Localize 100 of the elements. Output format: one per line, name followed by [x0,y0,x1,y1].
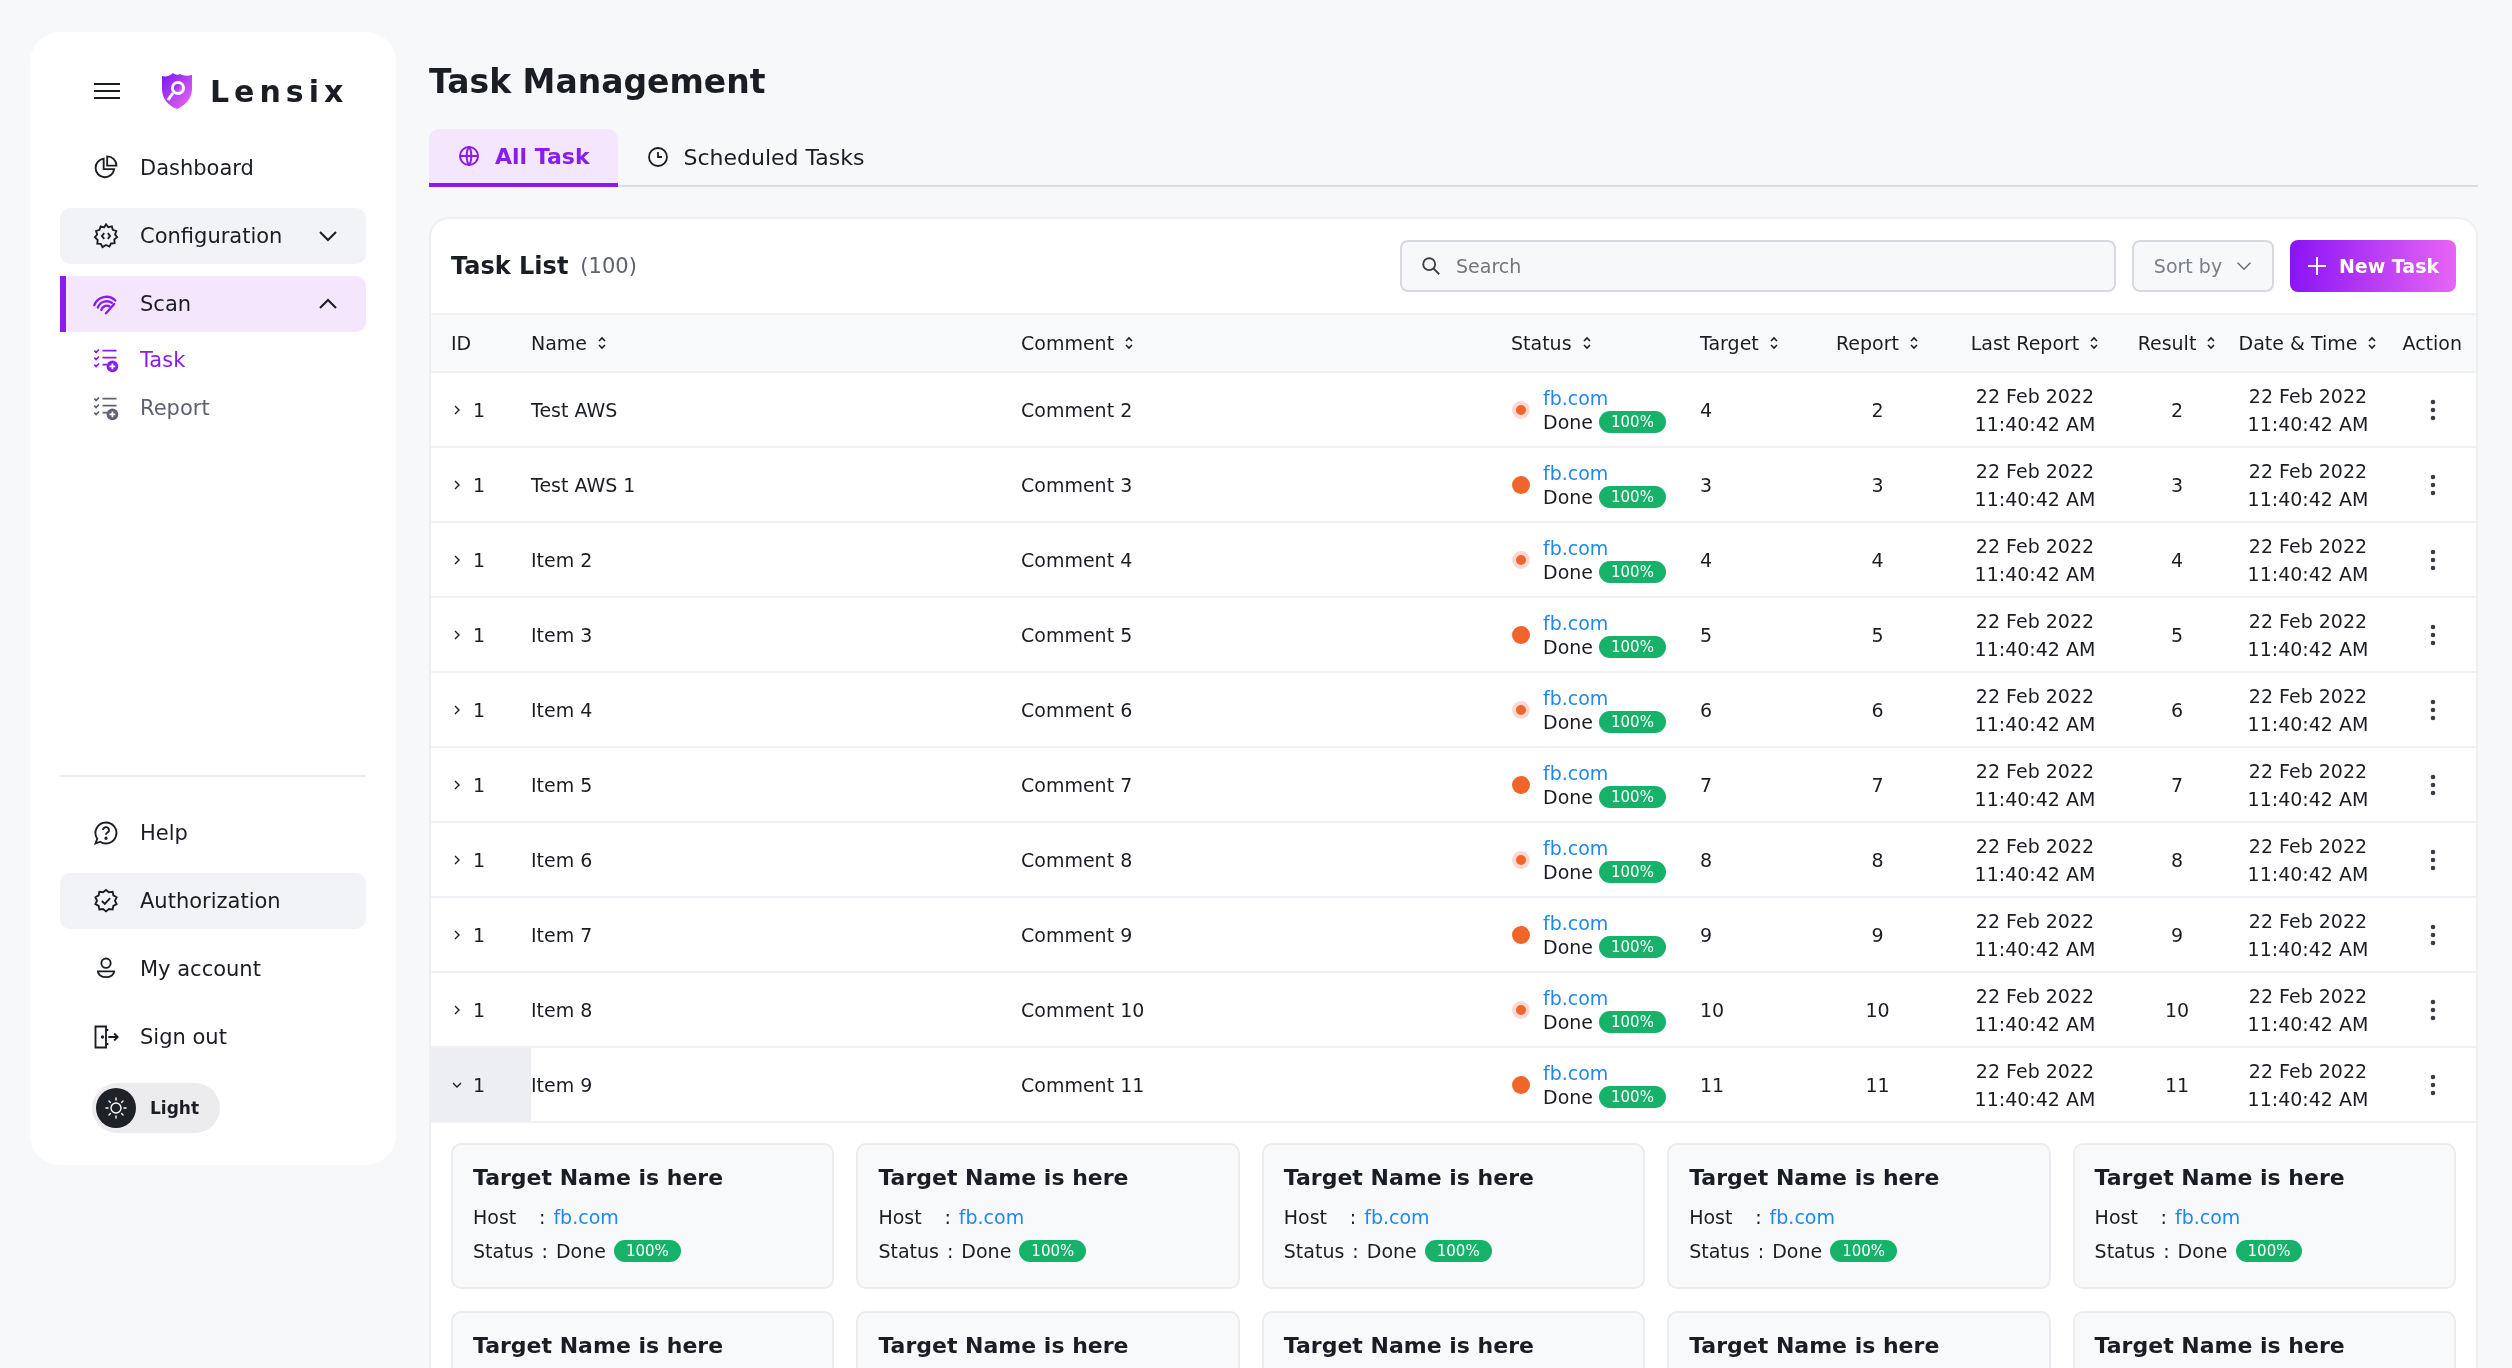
host-link[interactable]: fb.com [1364,1206,1430,1228]
sort-icon[interactable] [1124,335,1135,351]
more-icon[interactable] [2430,998,2436,1021]
progress-badge: 100% [1599,485,1666,508]
more-icon[interactable] [2430,848,2436,871]
nav-item[interactable]: Dashboard [60,140,366,196]
tab[interactable]: Scheduled Tasks [617,129,893,185]
id-cell[interactable]: 1 [431,1048,531,1121]
sort-icon[interactable] [1909,335,1919,351]
id-cell[interactable]: 1 [431,748,531,821]
host-link[interactable]: fb.com [1769,1206,1835,1228]
host-link[interactable]: fb.com [1543,985,1666,1010]
host-link[interactable]: fb.com [553,1206,619,1228]
nav-item[interactable]: My account [60,941,366,997]
host-label: Host [2094,1206,2139,1228]
plus-icon [2306,256,2327,276]
table-cell: Test AWS 1 [531,473,636,496]
table-cell: Test AWS [531,398,618,421]
host-link[interactable]: fb.com [1543,685,1666,710]
host-link[interactable]: fb.com [1543,835,1666,860]
id-cell[interactable]: 1 [431,673,531,746]
more-icon[interactable] [2430,773,2436,796]
sort-icon[interactable] [2089,335,2100,351]
host-link[interactable]: fb.com [1543,610,1666,635]
more-icon[interactable] [2430,923,2436,946]
table-cell-text: 22 Feb 2022 11:40:42 AM [1974,533,2096,587]
host-link[interactable]: fb.com [2175,1206,2241,1228]
column-header: Action [2402,332,2462,354]
colon: : [541,1240,548,1262]
table-cell: 5 [2170,623,2184,646]
progress-badge: 100% [1599,1085,1666,1108]
nav-item[interactable]: Scan [60,276,366,332]
status-text: Done [1543,634,1593,659]
host-link[interactable]: fb.com [958,1206,1025,1228]
id-cell[interactable]: 1 [431,973,531,1046]
progress-badge: 100% [613,1240,681,1262]
more-icon[interactable] [2430,398,2436,421]
table-cell: 8 [2170,848,2184,871]
colon: : [2160,1206,2167,1228]
id-cell[interactable]: 1 [431,898,531,971]
table-cell: Comment 3 [1021,473,1133,496]
host-link[interactable]: fb.com [1543,1060,1666,1085]
id-cell[interactable]: 1 [431,598,531,671]
status-text: Done [1543,784,1593,809]
nav-item[interactable]: Configuration [60,208,366,264]
table-cell: 4 [1700,398,1713,421]
brand-name: Lensix [210,73,349,109]
nav-item[interactable]: Authorization [60,873,366,929]
host-link[interactable]: fb.com [1543,535,1666,560]
id-cell[interactable]: 1 [431,823,531,896]
table-cell: 5 [1871,623,1884,646]
more-icon[interactable] [2430,623,2436,646]
progress-badge: 100% [1599,860,1666,883]
sort-icon[interactable] [597,335,608,351]
progress-badge: 100% [1599,560,1666,583]
table-cell: 7 [1871,773,1884,796]
tab[interactable]: All Task [429,129,618,187]
more-icon[interactable] [2430,548,2436,571]
host-link[interactable]: fb.com [1543,460,1666,485]
table-cell: 8 [1700,848,1713,871]
progress-badge: 100% [1599,410,1666,433]
table-cell: 5 [1700,623,1713,646]
id-cell[interactable]: 1 [431,448,531,521]
sort-icon[interactable] [1581,335,1592,351]
status-label: Status [1689,1240,1750,1262]
host-link[interactable]: fb.com [1543,910,1666,935]
verified-badge-icon [92,887,120,915]
table-cell-text: 22 Feb 2022 11:40:42 AM [2247,608,2369,662]
sort-icon[interactable] [2206,335,2217,351]
theme-toggle[interactable]: Light [92,1083,220,1133]
column-header: ID [451,332,472,354]
table-cell-text: 22 Feb 2022 11:40:42 AM [2247,458,2369,512]
nav-subitem[interactable]: Report [60,388,366,428]
nav-item[interactable]: Help [60,805,366,861]
host-label: Host [878,1206,923,1228]
host-link[interactable]: fb.com [1543,385,1666,410]
id-cell[interactable]: 1 [431,523,531,596]
more-icon[interactable] [2430,1073,2436,1096]
table-cell: Item 5 [531,773,593,796]
status-text: Done [1543,409,1593,434]
sort-icon[interactable] [1768,335,1779,351]
more-icon[interactable] [2430,473,2436,496]
colon: : [1755,1206,1762,1228]
menu-icon[interactable] [94,82,120,100]
sort-icon[interactable] [2367,335,2378,351]
more-icon[interactable] [2430,698,2436,721]
table-cell-text: 22 Feb 2022 11:40:42 AM [2247,758,2369,812]
id-cell[interactable]: 1 [431,373,531,446]
new-task-button[interactable]: New Task [2290,240,2456,292]
nav-subitem[interactable]: Task [60,340,366,380]
colon: : [946,1240,954,1262]
nav-item[interactable]: Sign out [60,1009,366,1065]
status-text: Done [961,1240,1012,1262]
search-field[interactable]: Search [1400,240,2116,292]
table-cell: 6 [1700,698,1713,721]
table-cell: 10 [2164,998,2190,1021]
table-cell: Comment 10 [1021,998,1145,1021]
host-link[interactable]: fb.com [1543,760,1666,785]
sort-dropdown[interactable]: Sort by [2132,240,2274,292]
table-cell-text: 22 Feb 2022 11:40:42 AM [1974,458,2096,512]
